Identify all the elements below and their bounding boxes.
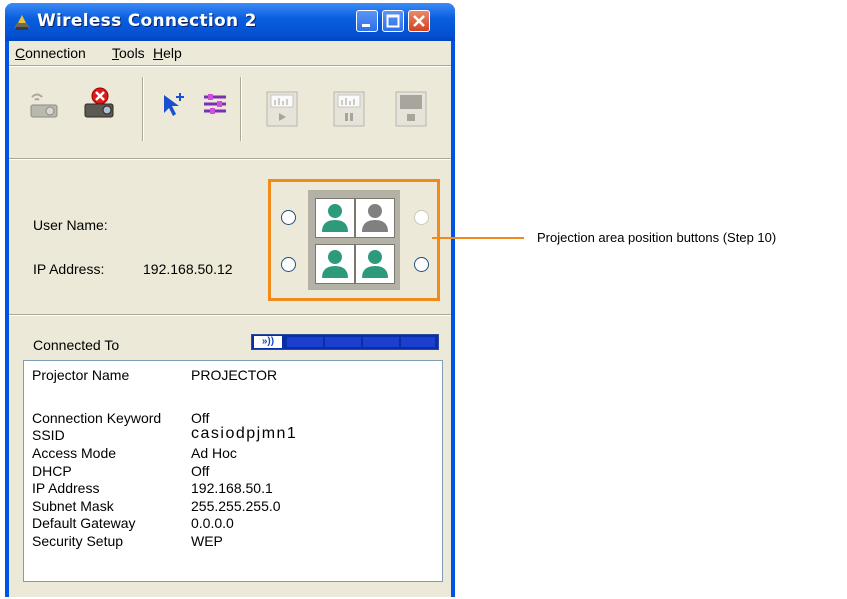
user-section-separator: [9, 314, 451, 316]
signal-segment: [325, 337, 361, 347]
wireless-connection-window: Wireless Connection 2 Connection Tools H…: [5, 3, 455, 597]
close-button[interactable]: [408, 10, 430, 32]
info-value-ip-address: 192.168.50.1: [191, 480, 273, 496]
menu-tools-accel: T: [112, 45, 119, 61]
settings-icon: [204, 94, 226, 114]
info-label-ssid: SSID: [32, 427, 65, 443]
menu-bar: Connection Tools Help: [9, 41, 451, 65]
menu-help[interactable]: Help: [153, 45, 182, 61]
area-cell-top-right: [355, 198, 395, 238]
ip-address-label: IP Address:: [33, 261, 105, 277]
toolbar-bottom-separator: [9, 158, 451, 160]
title-bar[interactable]: Wireless Connection 2: [5, 3, 455, 41]
signal-segment: [363, 337, 399, 347]
info-value-access-mode: Ad Hoc: [191, 445, 237, 461]
info-label-projector-name: Projector Name: [32, 367, 130, 383]
annotation-callout-line: [432, 237, 524, 239]
projection-area-grid: [308, 190, 400, 290]
close-icon: [413, 15, 425, 27]
ip-address-value: 192.168.50.12: [143, 261, 233, 277]
connect-projector-icon: [30, 93, 58, 118]
user-active-icon: [362, 250, 388, 278]
info-value-ssid: casiodpjmn1: [191, 425, 298, 442]
menu-help-label: elp: [163, 45, 182, 61]
info-label-subnet-mask: Subnet Mask: [32, 498, 114, 514]
menu-connection-label: onnection: [25, 45, 86, 61]
disconnect-projector-icon: [84, 87, 114, 118]
user-name-label: User Name:: [33, 217, 108, 233]
signal-icon: »)): [254, 336, 282, 348]
disconnect-projector-button[interactable]: [82, 86, 118, 122]
select-projector-button[interactable]: [158, 89, 188, 119]
info-value-dhcp: Off: [191, 463, 210, 479]
info-value-connection-keyword: Off: [191, 410, 210, 426]
play-button[interactable]: [264, 91, 300, 127]
menu-connection[interactable]: Connection: [15, 45, 86, 61]
pause-icon: [333, 91, 365, 127]
user-active-icon: [322, 250, 348, 278]
area-cell-bottom-right: [355, 244, 395, 284]
stop-icon: [395, 91, 427, 127]
info-label-dhcp: DHCP: [32, 463, 72, 479]
select-projector-icon: [164, 93, 184, 116]
menu-tools[interactable]: Tools: [112, 45, 145, 61]
signal-segment: [287, 337, 323, 347]
toolbar: [9, 67, 451, 157]
user-active-icon: [322, 204, 348, 232]
signal-strength-bar: »)): [251, 334, 439, 350]
connect-projector-button[interactable]: [26, 87, 62, 123]
info-value-default-gateway: 0.0.0.0: [191, 515, 234, 531]
window-client-area: Connection Tools Help User Name: IP Addr…: [9, 41, 451, 597]
info-value-security-setup: WEP: [191, 533, 223, 549]
maximize-button[interactable]: [382, 10, 404, 32]
settings-button[interactable]: [200, 89, 230, 119]
info-value-projector-name: PROJECTOR: [191, 367, 278, 383]
menu-tools-label: ools: [119, 45, 145, 61]
info-label-security-setup: Security Setup: [32, 533, 124, 549]
user-inactive-icon: [362, 204, 388, 232]
minimize-icon: [362, 24, 370, 27]
minimize-button[interactable]: [356, 10, 378, 32]
maximize-icon: [386, 14, 400, 28]
info-value-subnet-mask: 255.255.255.0: [191, 498, 281, 514]
menu-help-accel: H: [153, 45, 164, 61]
wireless-app-icon: [14, 15, 30, 30]
position-radio-bottom-left[interactable]: [281, 257, 296, 272]
toolbar-separator-2: [240, 77, 242, 141]
info-label-ip-address: IP Address: [32, 480, 100, 496]
connected-to-label: Connected To: [33, 337, 120, 353]
signal-segment: [401, 337, 435, 347]
play-icon: [266, 91, 298, 127]
connection-info-box: Projector Name PROJECTOR Connection Keyw…: [23, 360, 443, 582]
info-label-default-gateway: Default Gateway: [32, 515, 136, 531]
position-radio-top-right[interactable]: [414, 210, 429, 225]
annotation-callout-text: Projection area position buttons (Step 1…: [537, 230, 777, 245]
window-title: Wireless Connection 2: [37, 11, 257, 31]
toolbar-separator: [142, 77, 144, 141]
info-label-access-mode: Access Mode: [32, 445, 117, 461]
position-radio-top-left[interactable]: [281, 210, 296, 225]
menu-connection-accel: C: [15, 45, 26, 61]
info-label-connection-keyword: Connection Keyword: [32, 410, 162, 426]
pause-button[interactable]: [331, 91, 367, 127]
area-cell-top-left: [315, 198, 355, 238]
area-cell-bottom-left: [315, 244, 355, 284]
stop-button[interactable]: [393, 91, 429, 127]
position-radio-bottom-right[interactable]: [414, 257, 429, 272]
